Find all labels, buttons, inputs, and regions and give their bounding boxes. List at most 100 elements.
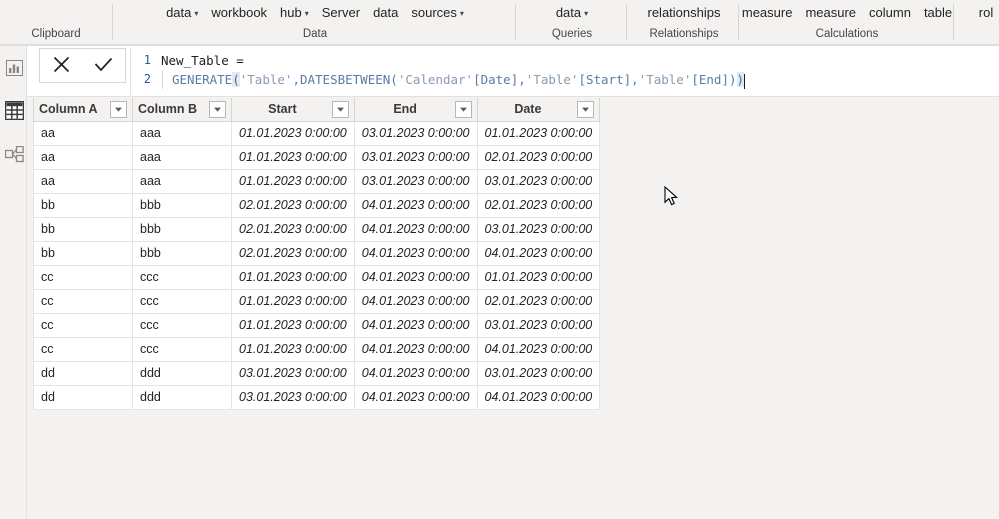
- table-cell[interactable]: 02.01.2023 0:00:00: [231, 240, 355, 266]
- ribbon-button-server[interactable]: Server: [321, 0, 361, 26]
- table-cell[interactable]: 04.01.2023 0:00:00: [353, 192, 478, 218]
- table-cell[interactable]: ccc: [132, 312, 232, 338]
- table-cell[interactable]: aa: [33, 168, 133, 194]
- table-cell[interactable]: 03.01.2023 0:00:00: [231, 384, 355, 410]
- table-cell[interactable]: ccc: [132, 264, 232, 290]
- ribbon-button-table[interactable]: table: [923, 0, 953, 26]
- report-view-button[interactable]: [2, 55, 26, 81]
- table-cell[interactable]: 03.01.2023 0:00:00: [476, 360, 601, 386]
- column-filter-dropdown-date[interactable]: [577, 100, 595, 118]
- table-cell[interactable]: 01.01.2023 0:00:00: [231, 312, 355, 338]
- ribbon-button-relationships[interactable]: relationships: [647, 0, 722, 26]
- table-cell[interactable]: 03.01.2023 0:00:00: [476, 216, 601, 242]
- column-header-column-b[interactable]: Column B: [132, 98, 232, 122]
- table-cell[interactable]: 04.01.2023 0:00:00: [476, 384, 601, 410]
- table-cell[interactable]: bb: [33, 240, 133, 266]
- table-cell[interactable]: 04.01.2023 0:00:00: [353, 360, 478, 386]
- table-cell[interactable]: 02.01.2023 0:00:00: [476, 192, 601, 218]
- table-row[interactable]: cc ccc 01.01.2023 0:00:00 04.01.2023 0:00:0…: [33, 264, 601, 290]
- table-cell[interactable]: 01.01.2023 0:00:00: [231, 264, 355, 290]
- ribbon-button-data[interactable]: data ▾: [555, 0, 589, 26]
- table-row[interactable]: aa aaa 01.01.2023 0:00:00 03.01.2023 0:00:0…: [33, 144, 601, 170]
- ribbon-button-measure[interactable]: measure: [741, 0, 793, 26]
- ribbon-button-data[interactable]: data: [372, 0, 399, 26]
- column-filter-dropdown-column-a[interactable]: [110, 100, 127, 118]
- model-view-button[interactable]: [2, 141, 26, 167]
- ribbon-button-measure[interactable]: measure: [804, 0, 857, 26]
- table-cell[interactable]: 01.01.2023 0:00:00: [231, 336, 355, 362]
- table-cell[interactable]: ddd: [132, 384, 232, 410]
- table-cell[interactable]: 04.01.2023 0:00:00: [476, 336, 601, 362]
- table-cell[interactable]: 01.01.2023 0:00:00: [231, 120, 355, 146]
- table-cell[interactable]: ccc: [132, 288, 232, 314]
- table-cell[interactable]: 04.01.2023 0:00:00: [476, 240, 601, 266]
- table-row[interactable]: dd ddd 03.01.2023 0:00:00 04.01.2023 0:00:0…: [33, 360, 601, 386]
- table-cell[interactable]: 03.01.2023 0:00:00: [353, 168, 478, 194]
- table-cell[interactable]: cc: [33, 288, 133, 314]
- table-row[interactable]: cc ccc 01.01.2023 0:00:00 04.01.2023 0:00:0…: [33, 336, 601, 362]
- table-cell[interactable]: 03.01.2023 0:00:00: [476, 312, 601, 338]
- table-row[interactable]: aa aaa 01.01.2023 0:00:00 03.01.2023 0:00:0…: [33, 120, 601, 146]
- table-row[interactable]: dd ddd 03.01.2023 0:00:00 04.01.2023 0:00:0…: [33, 384, 601, 410]
- table-cell[interactable]: cc: [33, 312, 133, 338]
- table-cell[interactable]: 01.01.2023 0:00:00: [231, 144, 355, 170]
- table-cell[interactable]: 03.01.2023 0:00:00: [476, 168, 601, 194]
- cancel-formula-button[interactable]: [41, 49, 81, 82]
- table-cell[interactable]: bb: [33, 192, 133, 218]
- column-filter-dropdown-column-b[interactable]: [209, 100, 226, 118]
- table-row[interactable]: bb bbb 02.01.2023 0:00:00 04.01.2023 0:00:0…: [33, 216, 601, 242]
- table-cell[interactable]: bb: [33, 216, 133, 242]
- accept-formula-button[interactable]: [84, 49, 124, 82]
- table-cell[interactable]: 04.01.2023 0:00:00: [353, 384, 478, 410]
- ribbon-button-sources[interactable]: sources ▾: [410, 0, 465, 26]
- table-cell[interactable]: aa: [33, 144, 133, 170]
- table-cell[interactable]: 04.01.2023 0:00:00: [353, 264, 478, 290]
- table-cell[interactable]: 03.01.2023 0:00:00: [353, 120, 478, 146]
- table-cell[interactable]: aaa: [132, 120, 232, 146]
- table-cell[interactable]: bbb: [132, 192, 232, 218]
- column-header-column-a[interactable]: Column A: [33, 98, 133, 122]
- table-cell[interactable]: 03.01.2023 0:00:00: [353, 144, 478, 170]
- table-cell[interactable]: 01.01.2023 0:00:00: [231, 288, 355, 314]
- table-cell[interactable]: 04.01.2023 0:00:00: [353, 312, 478, 338]
- table-cell[interactable]: 01.01.2023 0:00:00: [231, 168, 355, 194]
- table-row[interactable]: aa aaa 01.01.2023 0:00:00 03.01.2023 0:00:0…: [33, 168, 601, 194]
- column-header-start[interactable]: Start: [231, 98, 355, 122]
- table-cell[interactable]: ddd: [132, 360, 232, 386]
- table-cell[interactable]: 02.01.2023 0:00:00: [231, 192, 355, 218]
- table-cell[interactable]: 04.01.2023 0:00:00: [353, 288, 478, 314]
- table-cell[interactable]: 02.01.2023 0:00:00: [476, 144, 601, 170]
- table-row[interactable]: cc ccc 01.01.2023 0:00:00 04.01.2023 0:00:0…: [33, 312, 601, 338]
- table-cell[interactable]: 03.01.2023 0:00:00: [231, 360, 355, 386]
- table-row[interactable]: cc ccc 01.01.2023 0:00:00 04.01.2023 0:00:0…: [33, 288, 601, 314]
- table-row[interactable]: bb bbb 02.01.2023 0:00:00 04.01.2023 0:00:0…: [33, 240, 601, 266]
- ribbon-button-column[interactable]: column: [868, 0, 912, 26]
- table-cell[interactable]: 01.01.2023 0:00:00: [476, 264, 601, 290]
- table-cell[interactable]: 02.01.2023 0:00:00: [476, 288, 601, 314]
- column-filter-dropdown-start[interactable]: [331, 100, 349, 118]
- ribbon-button-rol[interactable]: rol: [978, 0, 994, 26]
- table-cell[interactable]: 04.01.2023 0:00:00: [353, 336, 478, 362]
- table-cell[interactable]: 02.01.2023 0:00:00: [231, 216, 355, 242]
- table-cell[interactable]: ccc: [132, 336, 232, 362]
- table-cell[interactable]: aaa: [132, 144, 232, 170]
- table-cell[interactable]: aaa: [132, 168, 232, 194]
- table-cell[interactable]: aa: [33, 120, 133, 146]
- table-cell[interactable]: cc: [33, 264, 133, 290]
- column-header-date[interactable]: Date: [476, 98, 601, 122]
- table-cell[interactable]: dd: [33, 384, 133, 410]
- ribbon-button-data[interactable]: data ▾: [165, 0, 199, 26]
- table-cell[interactable]: bbb: [132, 216, 232, 242]
- table-row[interactable]: bb bbb 02.01.2023 0:00:00 04.01.2023 0:00:0…: [33, 192, 601, 218]
- table-cell[interactable]: 04.01.2023 0:00:00: [353, 216, 478, 242]
- column-filter-dropdown-end[interactable]: [454, 100, 472, 118]
- data-view-button[interactable]: [2, 97, 26, 123]
- column-header-end[interactable]: End: [353, 98, 478, 122]
- table-cell[interactable]: bbb: [132, 240, 232, 266]
- table-cell[interactable]: cc: [33, 336, 133, 362]
- dax-formula-editor[interactable]: 1 New_Table = 2 GENERATE('Table',DATESBETWE…: [130, 48, 996, 95]
- table-cell[interactable]: dd: [33, 360, 133, 386]
- ribbon-button-workbook[interactable]: workbook: [210, 0, 268, 26]
- ribbon-button-hub[interactable]: hub ▾: [279, 0, 310, 26]
- table-cell[interactable]: 04.01.2023 0:00:00: [353, 240, 478, 266]
